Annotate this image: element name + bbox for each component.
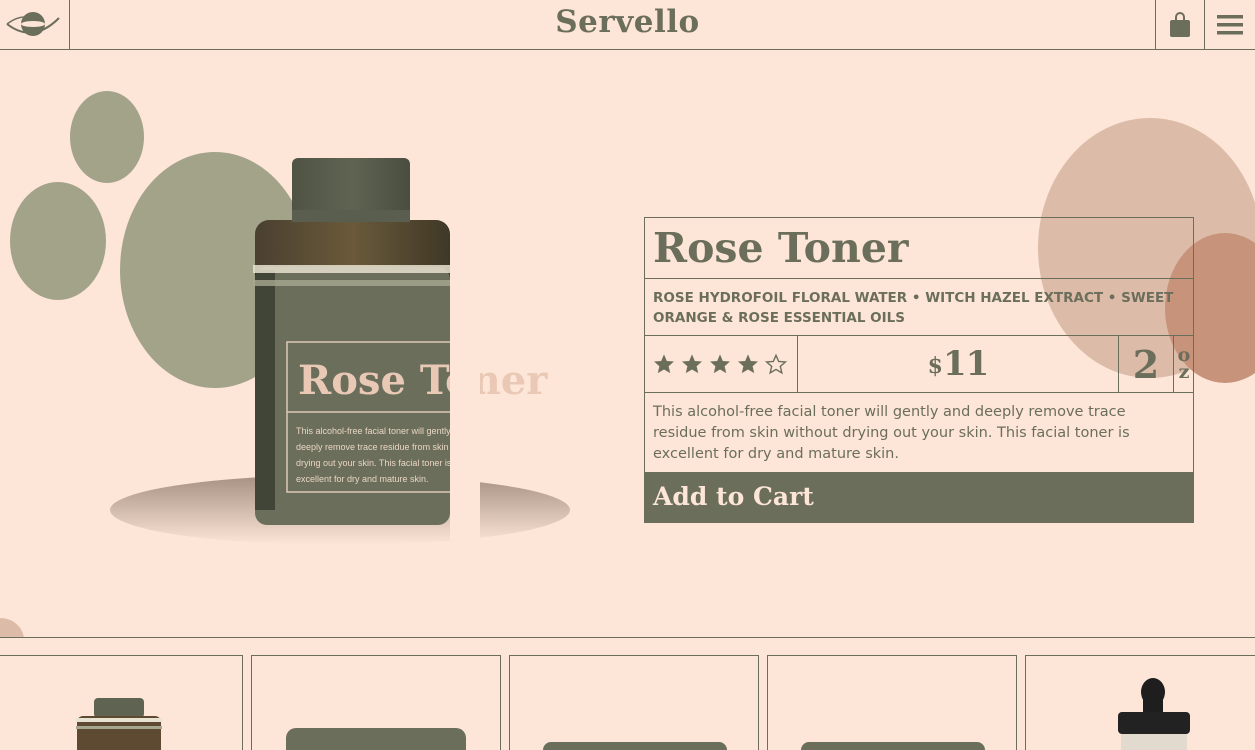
star-filled-icon <box>738 354 758 374</box>
product-description: This alcohol-free facial toner will gent… <box>653 404 1130 462</box>
bottle-label-title: Rose Toner <box>298 357 548 404</box>
bottle-label-line-4: excellent for dry and mature skin. <box>296 474 429 484</box>
thumbnail-jar-1[interactable] <box>251 655 501 750</box>
menu-button[interactable] <box>1205 0 1255 50</box>
bottle-label-line-1: This alcohol-free facial toner will gent… <box>296 426 468 436</box>
star-empty-icon <box>765 353 787 375</box>
product-ingredients: ROSE HYDROFOIL FLORAL WATER • WITCH HAZE… <box>645 279 1193 336</box>
thumbnail-dropper[interactable] <box>1025 655 1255 750</box>
cart-button[interactable] <box>1155 0 1205 50</box>
product-hero: Rose Toner This alcohol-free facial tone… <box>0 50 1255 638</box>
corner-blob <box>0 618 24 637</box>
thumbnail-toner[interactable] <box>0 655 243 750</box>
price-currency: $ <box>927 353 943 379</box>
jar-thumb-image <box>543 742 727 750</box>
jar-thumb-image <box>286 728 466 750</box>
add-to-cart-button[interactable]: Add to Cart <box>644 472 1194 523</box>
dropper-bottle-thumb-image <box>1118 678 1190 750</box>
size-unit-letter-2: z <box>1178 361 1190 383</box>
star-filled-icon <box>710 354 730 374</box>
rose-toner-bottle-image: Rose Toner This alcohol-free facial tone… <box>110 158 570 545</box>
bottle-label-line-3: drying out your skin. This facial toner … <box>296 458 452 468</box>
product-thumbnail-strip <box>0 638 1255 750</box>
thumbnail-jar-2[interactable] <box>509 655 759 750</box>
jar-thumb-image <box>801 742 985 750</box>
product-size-unit: o z <box>1174 336 1194 392</box>
thumbnail-jar-3[interactable] <box>767 655 1017 750</box>
star-filled-icon <box>682 354 702 374</box>
site-header: Servello <box>0 0 1255 50</box>
brand-name[interactable]: Servello <box>0 4 1255 40</box>
shopping-bag-icon <box>1170 12 1190 37</box>
star-rating <box>645 336 798 392</box>
product-size-number: 2 <box>1119 336 1174 392</box>
product-title: Rose Toner <box>645 218 1193 279</box>
star-filled-icon <box>654 354 674 374</box>
toner-bottle-thumb-image <box>76 698 162 750</box>
product-price: $11 <box>798 336 1119 392</box>
price-amount: 11 <box>942 344 989 384</box>
hamburger-menu-icon <box>1217 15 1243 35</box>
product-meta-row: $11 2 o z <box>645 336 1193 393</box>
product-card: Rose Toner ROSE HYDROFOIL FLORAL WATER •… <box>644 217 1194 523</box>
